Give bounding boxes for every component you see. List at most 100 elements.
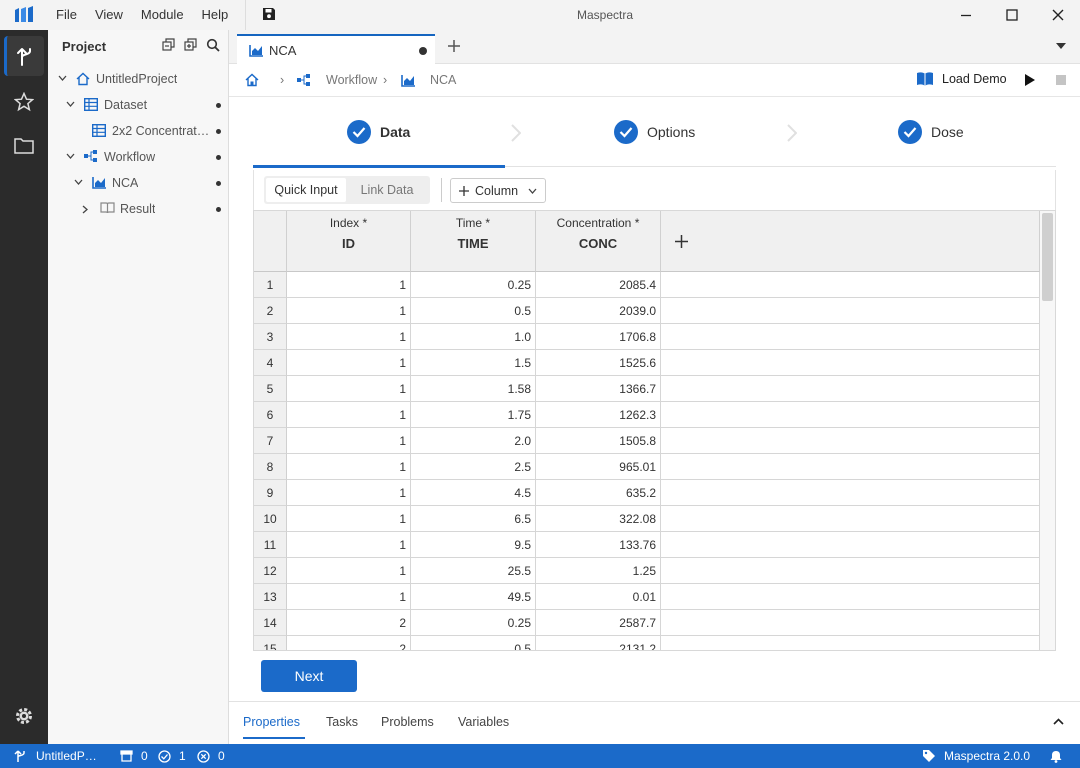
table-cell[interactable]: 1.25 <box>536 558 661 584</box>
chevron-up-icon[interactable] <box>1053 718 1064 725</box>
table-cell-empty[interactable] <box>661 558 1040 584</box>
maximize-button[interactable] <box>989 0 1035 30</box>
table-cell[interactable]: 1.58 <box>411 376 536 402</box>
add-column-button[interactable]: Column <box>450 178 546 203</box>
row-number[interactable]: 5 <box>254 376 287 402</box>
files-button[interactable] <box>4 126 44 166</box>
tab-list-dropdown[interactable] <box>1056 43 1066 49</box>
table-cell-empty[interactable] <box>661 584 1040 610</box>
favorites-button[interactable] <box>4 82 44 122</box>
table-cell-empty[interactable] <box>661 506 1040 532</box>
chevron-right-icon[interactable] <box>82 205 88 214</box>
table-cell[interactable]: 1 <box>287 480 411 506</box>
row-number[interactable]: 8 <box>254 454 287 480</box>
link-data-button[interactable]: Link Data <box>346 178 428 202</box>
menu-view[interactable]: View <box>86 0 132 30</box>
table-cell[interactable]: 1.5 <box>411 350 536 376</box>
table-cell-empty[interactable] <box>661 324 1040 350</box>
status-ok[interactable]: 1 <box>158 749 186 763</box>
table-cell[interactable]: 0.25 <box>411 272 536 298</box>
row-number[interactable]: 3 <box>254 324 287 350</box>
table-cell-empty[interactable] <box>661 272 1040 298</box>
tree-item-2x2-concentrat[interactable]: 2x2 Concentrat… <box>48 118 229 144</box>
table-cell[interactable]: 2.0 <box>411 428 536 454</box>
tab-tasks[interactable]: Tasks <box>326 715 358 729</box>
table-cell[interactable]: 1.0 <box>411 324 536 350</box>
tree-item-untitledproject[interactable]: UntitledProject <box>48 66 229 92</box>
table-cell[interactable]: 1706.8 <box>536 324 661 350</box>
row-number[interactable]: 13 <box>254 584 287 610</box>
column-header-time[interactable]: Time * TIME <box>411 211 536 272</box>
menu-file[interactable]: File <box>48 0 86 30</box>
grid-scrollbar[interactable] <box>1040 211 1055 650</box>
home-icon[interactable] <box>245 73 259 87</box>
table-cell[interactable]: 1366.7 <box>536 376 661 402</box>
table-cell-empty[interactable] <box>661 350 1040 376</box>
collapse-all-icon[interactable] <box>162 38 176 52</box>
table-cell[interactable]: 0.01 <box>536 584 661 610</box>
step-data[interactable]: Data <box>347 120 410 144</box>
tree-item-dataset[interactable]: Dataset <box>48 92 229 118</box>
table-cell[interactable]: 25.5 <box>411 558 536 584</box>
row-number[interactable]: 15 <box>254 636 287 650</box>
next-button[interactable]: Next <box>261 660 357 692</box>
add-column-icon[interactable] <box>675 235 688 248</box>
status-project[interactable]: UntitledP… <box>14 749 97 763</box>
table-cell-empty[interactable] <box>661 454 1040 480</box>
tree-item-nca[interactable]: NCA <box>48 170 229 196</box>
table-cell[interactable]: 322.08 <box>536 506 661 532</box>
tab-problems[interactable]: Problems <box>381 715 434 729</box>
chevron-down-icon[interactable] <box>66 101 75 107</box>
new-tab-button[interactable] <box>447 39 461 53</box>
tab-nca[interactable]: NCA <box>237 34 435 64</box>
table-cell-empty[interactable] <box>661 428 1040 454</box>
load-demo-button[interactable]: Load Demo <box>916 71 1007 87</box>
table-cell[interactable]: 635.2 <box>536 480 661 506</box>
row-number[interactable]: 2 <box>254 298 287 324</box>
table-cell[interactable]: 6.5 <box>411 506 536 532</box>
table-cell[interactable]: 2.5 <box>411 454 536 480</box>
settings-button[interactable] <box>4 696 44 736</box>
table-cell[interactable]: 1 <box>287 376 411 402</box>
table-cell[interactable]: 133.76 <box>536 532 661 558</box>
table-cell[interactable]: 2587.7 <box>536 610 661 636</box>
table-cell[interactable]: 2131.2 <box>536 636 661 650</box>
table-cell[interactable]: 1 <box>287 272 411 298</box>
quick-input-button[interactable]: Quick Input <box>266 178 346 202</box>
row-number[interactable]: 9 <box>254 480 287 506</box>
tree-item-workflow[interactable]: Workflow <box>48 144 229 170</box>
row-number[interactable]: 7 <box>254 428 287 454</box>
table-cell[interactable]: 1505.8 <box>536 428 661 454</box>
table-cell[interactable]: 1 <box>287 584 411 610</box>
breadcrumb-nca[interactable]: NCA <box>430 73 456 87</box>
row-number[interactable]: 4 <box>254 350 287 376</box>
expand-all-icon[interactable] <box>184 38 198 52</box>
save-icon[interactable] <box>262 7 278 23</box>
status-tasks[interactable]: 0 <box>120 749 148 763</box>
table-cell[interactable]: 0.25 <box>411 610 536 636</box>
breadcrumb-workflow[interactable]: Workflow <box>326 73 377 87</box>
table-cell[interactable]: 1 <box>287 558 411 584</box>
close-button[interactable] <box>1035 0 1080 30</box>
table-cell-empty[interactable] <box>661 610 1040 636</box>
table-cell-empty[interactable] <box>661 376 1040 402</box>
row-number[interactable]: 11 <box>254 532 287 558</box>
step-dose[interactable]: Dose <box>898 120 964 144</box>
table-cell[interactable]: 1262.3 <box>536 402 661 428</box>
scrollbar-thumb[interactable] <box>1042 213 1053 301</box>
table-cell[interactable]: 2 <box>287 636 411 650</box>
table-cell[interactable]: 0.5 <box>411 636 536 650</box>
table-cell[interactable]: 2085.4 <box>536 272 661 298</box>
row-number[interactable]: 6 <box>254 402 287 428</box>
table-cell[interactable]: 2039.0 <box>536 298 661 324</box>
table-cell[interactable]: 49.5 <box>411 584 536 610</box>
table-cell[interactable]: 1 <box>287 298 411 324</box>
table-cell[interactable]: 1525.6 <box>536 350 661 376</box>
status-errors[interactable]: 0 <box>197 749 225 763</box>
table-cell[interactable]: 4.5 <box>411 480 536 506</box>
table-cell[interactable]: 1 <box>287 324 411 350</box>
minimize-button[interactable] <box>943 0 989 30</box>
project-explorer-button[interactable] <box>4 36 44 76</box>
table-cell-empty[interactable] <box>661 480 1040 506</box>
column-header-conc[interactable]: Concentration * CONC <box>536 211 661 272</box>
